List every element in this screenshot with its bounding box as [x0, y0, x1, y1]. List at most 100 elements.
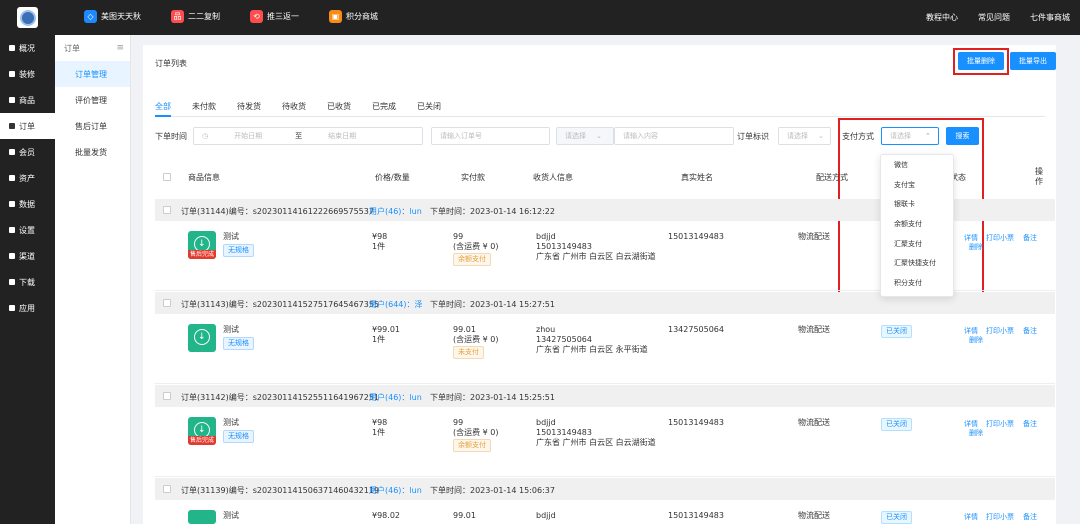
- sub-nav-item-after-sale[interactable]: 售后订单: [55, 113, 130, 139]
- sub-nav-item-order-manage[interactable]: 订单管理: [55, 61, 130, 87]
- batch-delete-button[interactable]: 批量删除: [958, 52, 1004, 70]
- pay-option-balance[interactable]: 余额支付: [881, 214, 953, 234]
- download-icon: [9, 279, 15, 285]
- sub-nav-item-batch-ship[interactable]: 批量发货: [55, 139, 130, 165]
- quantity: 1件: [372, 335, 386, 344]
- order-user-link[interactable]: 用户(46)：lun: [369, 485, 422, 496]
- order-user-link[interactable]: 用户(644)：泽: [369, 299, 423, 310]
- print-receipt-link[interactable]: 打印小票: [986, 326, 1014, 336]
- print-receipt-link[interactable]: 打印小票: [986, 512, 1014, 522]
- product-name: 测试: [223, 232, 239, 241]
- tab-closed[interactable]: 已关闭: [417, 101, 441, 116]
- batch-export-button[interactable]: 批量导出: [1010, 52, 1056, 70]
- unit-price: ¥98: [372, 418, 388, 427]
- gift-icon: 品: [171, 10, 184, 23]
- tutorial-link[interactable]: 教程中心: [926, 12, 958, 23]
- order-mark-select[interactable]: 请选择 ⌄: [778, 127, 831, 145]
- order-number: 订单(31144)编号：s20230114161222669575537: [181, 207, 374, 216]
- tab-received[interactable]: 已收货: [327, 101, 351, 116]
- chevron-down-icon: ⌄: [818, 132, 824, 140]
- remark-link[interactable]: 备注: [1023, 419, 1037, 429]
- delete-link[interactable]: 删除: [969, 242, 983, 252]
- order-checkbox[interactable]: [163, 299, 171, 307]
- sub-nav-item-reviews[interactable]: 评价管理: [55, 87, 130, 113]
- unit-price: ¥98.02: [372, 511, 400, 520]
- order-number: 订单(31139)编号：s20230114150637146043211​9: [181, 486, 380, 495]
- top-nav-item-points-mall[interactable]: ▣ 积分商城: [329, 10, 378, 23]
- order-user-link[interactable]: 用户(46)：lun: [369, 206, 422, 217]
- order-time-label: 下单时间: [155, 132, 187, 141]
- channel-icon: [9, 253, 15, 259]
- sidebar-item-download[interactable]: 下载: [0, 269, 55, 295]
- delete-link[interactable]: 删除: [969, 428, 983, 438]
- calendar-icon: ◷: [202, 132, 209, 140]
- status-badge: 已关闭: [881, 418, 912, 431]
- sidebar-item-channels[interactable]: 渠道: [0, 243, 55, 269]
- print-receipt-link[interactable]: 打印小票: [986, 419, 1014, 429]
- shop-icon: ▣: [329, 10, 342, 23]
- product-image[interactable]: [188, 510, 216, 524]
- page-title: 订单列表: [155, 59, 187, 68]
- detail-link[interactable]: 详情: [964, 512, 978, 522]
- tab-to-receive[interactable]: 待收货: [282, 101, 306, 116]
- receiver-phone: 15013149483: [536, 242, 592, 251]
- remark-link[interactable]: 备注: [1023, 326, 1037, 336]
- search-type-select[interactable]: 请选择 ⌄: [556, 127, 614, 145]
- decor-icon: [9, 71, 15, 77]
- print-receipt-link[interactable]: 打印小票: [986, 233, 1014, 243]
- sidebar-item-goods[interactable]: 商品: [0, 87, 55, 113]
- order-number-input[interactable]: 请输入订单号: [431, 127, 550, 145]
- delete-link[interactable]: 删除: [969, 335, 983, 345]
- search-content-input[interactable]: 请输入内容: [614, 127, 734, 145]
- order-user-link[interactable]: 用户(46)：lun: [369, 392, 422, 403]
- product-image[interactable]: ↓: [188, 324, 216, 352]
- order-time: 下单时间：2023-01-14 15:27:51: [430, 300, 555, 309]
- tab-unpaid[interactable]: 未付款: [192, 101, 216, 116]
- receiver-phone: 15013149483: [536, 428, 592, 437]
- pay-option-alipay[interactable]: 支付宝: [881, 175, 953, 195]
- sidebar-item-data[interactable]: 数据: [0, 191, 55, 217]
- top-nav-item-copy[interactable]: 品 二二复制: [171, 10, 220, 23]
- logo[interactable]: [17, 7, 38, 28]
- unit-price: ¥99.01: [372, 325, 400, 334]
- sidebar-item-settings[interactable]: 设置: [0, 217, 55, 243]
- gear-icon: [9, 227, 15, 233]
- top-nav-item-meitu[interactable]: ◇ 美图天天秋: [84, 10, 141, 23]
- tab-to-ship[interactable]: 待发货: [237, 101, 261, 116]
- pay-method-tag: 未支付: [453, 346, 484, 359]
- order-checkbox[interactable]: [163, 485, 171, 493]
- order-card: 订单(31139)编号：s20230114150637146043211​9 用…: [155, 478, 1055, 524]
- pay-option-huiju[interactable]: 汇聚支付: [881, 234, 953, 254]
- sidebar-item-members[interactable]: 会员: [0, 139, 55, 165]
- product-image[interactable]: ↓ 售后完成: [188, 231, 216, 259]
- after-sale-badge: 售后完成: [188, 250, 216, 259]
- select-all-checkbox[interactable]: [163, 173, 171, 181]
- paid-amount: 99.01: [453, 511, 476, 520]
- faq-link[interactable]: 常见问题: [978, 12, 1010, 23]
- order-checkbox[interactable]: [163, 392, 171, 400]
- sidebar-item-decor[interactable]: 装修: [0, 61, 55, 87]
- pay-option-huiju-quick[interactable]: 汇聚快捷支付: [881, 253, 953, 273]
- logo-icon: [19, 9, 36, 26]
- sidebar-item-apps[interactable]: 应用: [0, 295, 55, 321]
- sidebar-item-assets[interactable]: 资产: [0, 165, 55, 191]
- pay-option-wechat[interactable]: 微信: [881, 155, 953, 175]
- real-name: 15013149483: [668, 418, 724, 427]
- sidebar-item-overview[interactable]: 概况: [0, 35, 55, 61]
- date-range-picker[interactable]: ◷ 开始日期 至 结束日期: [193, 127, 423, 145]
- sub-nav-header: 订单 ≡: [64, 43, 124, 53]
- remark-link[interactable]: 备注: [1023, 233, 1037, 243]
- top-nav-item-referral[interactable]: ⟲ 推三返一: [250, 10, 299, 23]
- delivery-method: 物流配送: [798, 511, 830, 520]
- store-name-link[interactable]: 七件事商城: [1030, 12, 1070, 23]
- pay-option-points[interactable]: 积分支付: [881, 273, 953, 293]
- remark-link[interactable]: 备注: [1023, 512, 1037, 522]
- tab-all[interactable]: 全部: [155, 101, 171, 117]
- product-image[interactable]: ↓ 售后完成: [188, 417, 216, 445]
- order-checkbox[interactable]: [163, 206, 171, 214]
- after-sale-badge: 售后完成: [188, 436, 216, 445]
- pay-option-unionpay[interactable]: 银联卡: [881, 194, 953, 214]
- menu-collapse-icon[interactable]: ≡: [116, 43, 124, 53]
- sidebar-item-orders[interactable]: 订单: [0, 113, 55, 139]
- tab-completed[interactable]: 已完成: [372, 101, 396, 116]
